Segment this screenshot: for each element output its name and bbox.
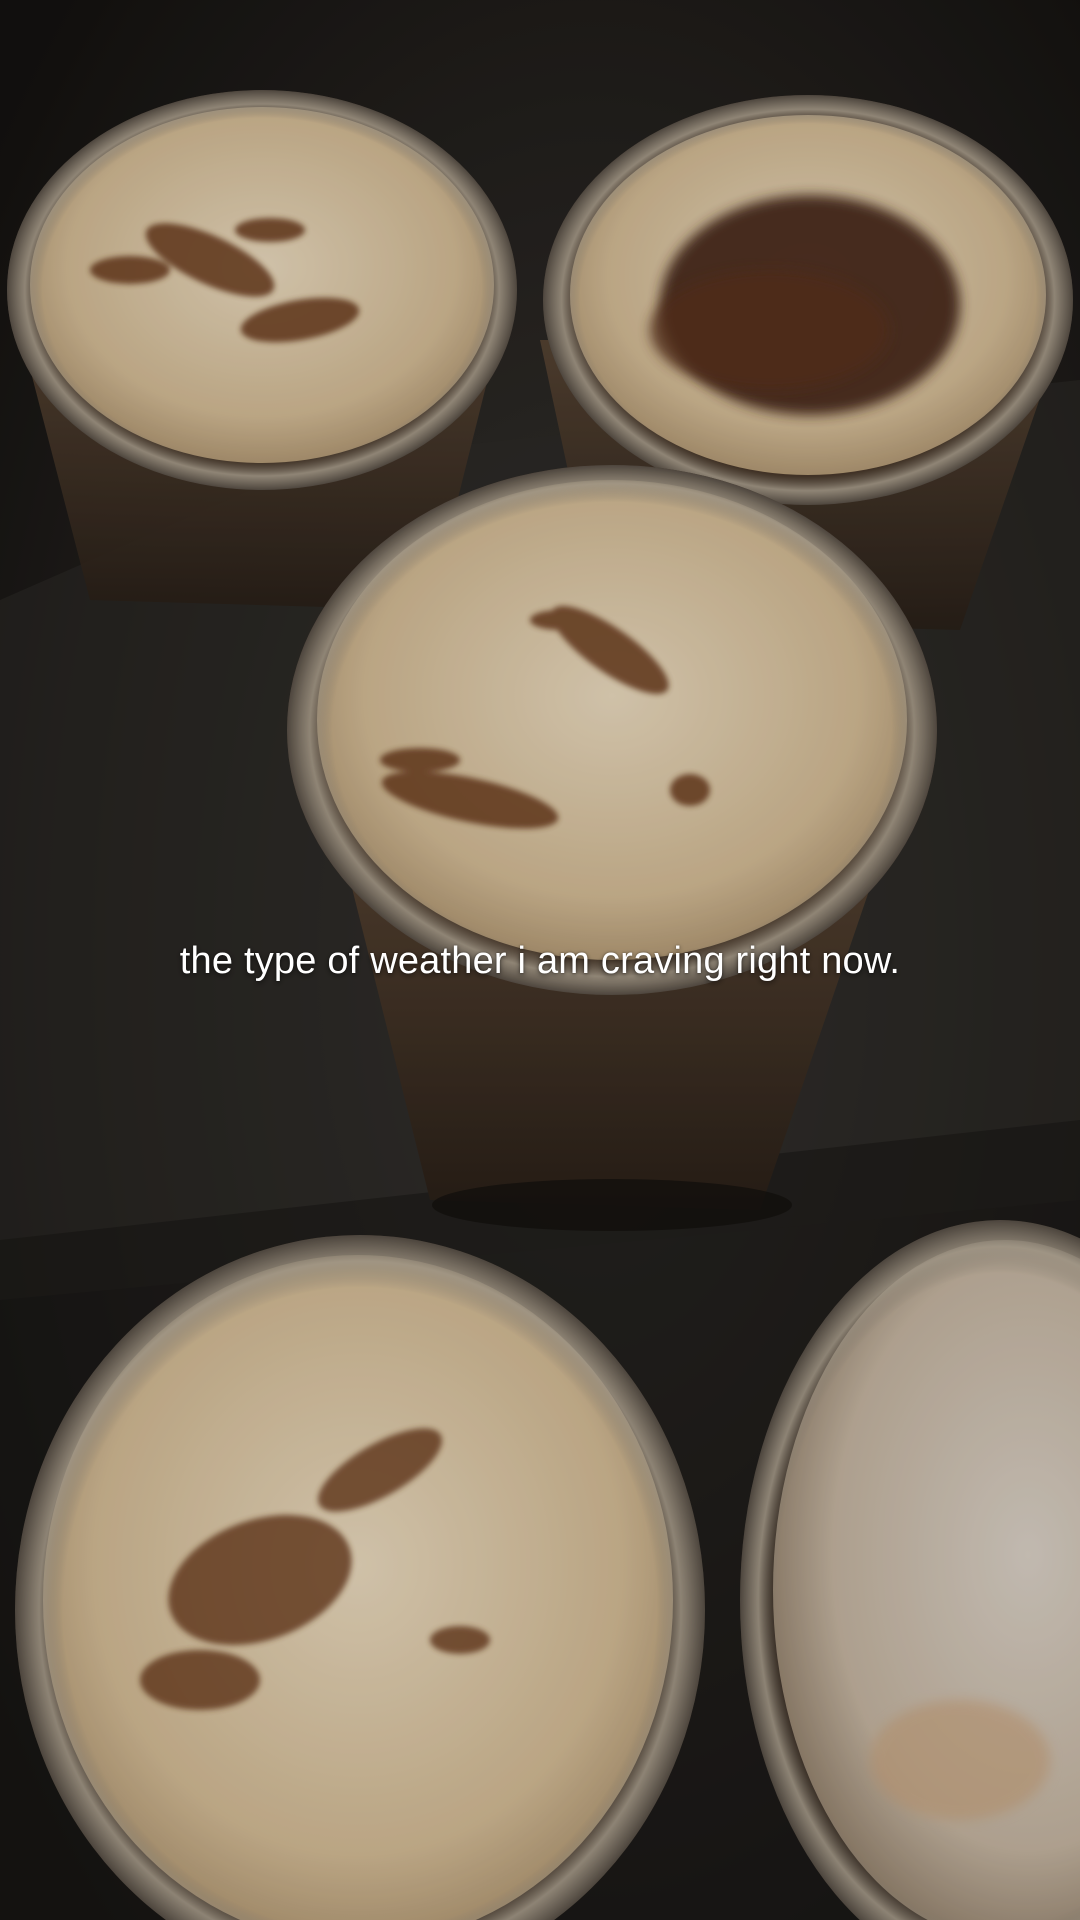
- story-frame: the type of weather i am craving right n…: [0, 0, 1080, 1920]
- story-caption: the type of weather i am craving right n…: [179, 940, 901, 982]
